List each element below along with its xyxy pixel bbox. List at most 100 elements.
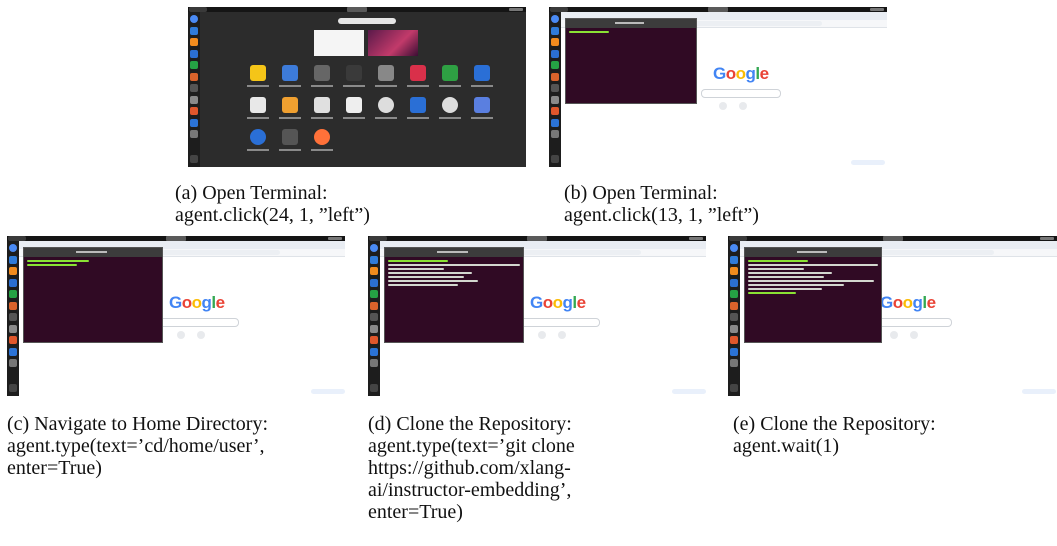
vlc-icon[interactable] bbox=[551, 38, 559, 46]
libreoffice-icon[interactable] bbox=[250, 97, 266, 113]
help-icon[interactable] bbox=[551, 118, 559, 127]
add-shortcut[interactable] bbox=[558, 331, 566, 339]
libreoffice-writer-icon[interactable] bbox=[190, 49, 198, 58]
libreoffice-calc-icon[interactable] bbox=[190, 61, 198, 69]
trash-icon[interactable] bbox=[9, 359, 17, 367]
vlc-icon[interactable] bbox=[9, 267, 17, 275]
software-updater-icon[interactable] bbox=[410, 97, 426, 113]
add-shortcut[interactable] bbox=[739, 102, 747, 110]
system-tray[interactable] bbox=[328, 237, 342, 240]
vim-icon[interactable] bbox=[282, 129, 298, 145]
calculator-icon[interactable] bbox=[250, 65, 266, 81]
help-icon[interactable] bbox=[730, 347, 738, 356]
software-icon[interactable] bbox=[370, 336, 378, 344]
trash-icon[interactable] bbox=[370, 359, 378, 367]
terminal-window[interactable] bbox=[23, 247, 163, 343]
vscode-icon[interactable] bbox=[9, 255, 17, 264]
libreoffice-impress-icon[interactable] bbox=[9, 301, 17, 310]
system-tray[interactable] bbox=[509, 8, 523, 11]
chrome-icon[interactable] bbox=[370, 244, 378, 252]
text-editor-icon[interactable] bbox=[282, 65, 298, 81]
vlc-icon[interactable] bbox=[370, 267, 378, 275]
web-store-shortcut[interactable] bbox=[890, 331, 898, 339]
system-tray[interactable] bbox=[689, 237, 703, 240]
libreoffice-writer-icon[interactable] bbox=[551, 49, 559, 58]
web-store-shortcut[interactable] bbox=[719, 102, 727, 110]
libreoffice-calc-icon[interactable] bbox=[370, 290, 378, 298]
software-icon[interactable] bbox=[551, 107, 559, 115]
libreoffice-writer-icon[interactable] bbox=[730, 278, 738, 287]
chrome-icon[interactable] bbox=[190, 15, 198, 23]
chrome-icon[interactable] bbox=[730, 244, 738, 252]
terminal-window[interactable] bbox=[565, 18, 697, 104]
vscode-icon[interactable] bbox=[551, 26, 559, 35]
vscode-icon[interactable] bbox=[370, 255, 378, 264]
terminal-window[interactable] bbox=[744, 247, 882, 343]
software-icon[interactable] bbox=[442, 97, 458, 113]
language-icon[interactable] bbox=[474, 65, 490, 81]
libreoffice-calc-icon[interactable] bbox=[9, 290, 17, 298]
show-apps-icon[interactable] bbox=[370, 384, 378, 392]
google-search-box[interactable] bbox=[701, 89, 781, 98]
customize-chrome-button[interactable] bbox=[672, 389, 706, 394]
web-store-shortcut[interactable] bbox=[177, 331, 185, 339]
add-shortcut[interactable] bbox=[197, 331, 205, 339]
help-icon[interactable] bbox=[9, 347, 17, 356]
settings-gear-icon[interactable] bbox=[378, 97, 394, 113]
libreoffice-math-icon[interactable] bbox=[314, 97, 330, 113]
customize-chrome-button[interactable] bbox=[1022, 389, 1056, 394]
vlc-icon[interactable] bbox=[190, 38, 198, 46]
info-icon[interactable] bbox=[250, 129, 266, 145]
libreoffice-calc-icon[interactable] bbox=[730, 290, 738, 298]
trash-icon[interactable] bbox=[190, 130, 198, 138]
files-icon[interactable] bbox=[9, 324, 17, 333]
files-icon[interactable] bbox=[190, 95, 198, 104]
files-icon[interactable] bbox=[551, 95, 559, 104]
terminal-window[interactable] bbox=[384, 247, 524, 343]
terminal-icon[interactable] bbox=[370, 313, 378, 321]
software-icon[interactable] bbox=[9, 336, 17, 344]
show-apps-icon[interactable] bbox=[730, 384, 738, 392]
trash-icon[interactable] bbox=[551, 130, 559, 138]
help-icon[interactable] bbox=[190, 118, 198, 127]
google-search-box[interactable] bbox=[159, 318, 239, 327]
google-search-box[interactable] bbox=[872, 318, 952, 327]
customize-chrome-button[interactable] bbox=[311, 389, 345, 394]
terminal-icon[interactable] bbox=[730, 313, 738, 321]
terminal-icon[interactable] bbox=[190, 84, 198, 92]
libreoffice-writer-icon[interactable] bbox=[370, 278, 378, 287]
files-icon[interactable] bbox=[370, 324, 378, 333]
chrome-icon[interactable] bbox=[551, 15, 559, 23]
startup-icon[interactable] bbox=[474, 97, 490, 113]
vscode-icon[interactable] bbox=[190, 26, 198, 35]
workspace-thumbnail-1[interactable] bbox=[314, 30, 364, 56]
software-icon[interactable] bbox=[730, 336, 738, 344]
files-icon[interactable] bbox=[730, 324, 738, 333]
libreoffice-calc-icon[interactable] bbox=[551, 61, 559, 69]
workspace-thumbnail-2[interactable] bbox=[368, 30, 418, 56]
terminal-icon[interactable] bbox=[9, 313, 17, 321]
vscode-icon[interactable] bbox=[730, 255, 738, 264]
libreoffice-impress-icon[interactable] bbox=[551, 72, 559, 81]
vlc-icon[interactable] bbox=[730, 267, 738, 275]
libreoffice-impress-icon[interactable] bbox=[730, 301, 738, 310]
trash-icon[interactable] bbox=[730, 359, 738, 367]
web-store-shortcut[interactable] bbox=[538, 331, 546, 339]
power-statistics-icon[interactable] bbox=[346, 97, 362, 113]
libreoffice-impress-icon[interactable] bbox=[190, 72, 198, 81]
libreoffice-draw-icon[interactable] bbox=[282, 97, 298, 113]
system-monitor-icon[interactable] bbox=[314, 65, 330, 81]
add-shortcut[interactable] bbox=[910, 331, 918, 339]
show-apps-icon[interactable] bbox=[9, 384, 17, 392]
software-icon[interactable] bbox=[190, 107, 198, 115]
help-icon[interactable] bbox=[370, 347, 378, 356]
system-tray[interactable] bbox=[1040, 237, 1054, 240]
show-apps-icon[interactable] bbox=[190, 155, 198, 163]
show-apps-icon[interactable] bbox=[551, 155, 559, 163]
system-tray[interactable] bbox=[870, 8, 884, 11]
firefox-icon[interactable] bbox=[314, 129, 330, 145]
google-search-box[interactable] bbox=[520, 318, 600, 327]
extension-icon[interactable] bbox=[442, 65, 458, 81]
terminal-icon[interactable] bbox=[551, 84, 559, 92]
libreoffice-impress-icon[interactable] bbox=[370, 301, 378, 310]
